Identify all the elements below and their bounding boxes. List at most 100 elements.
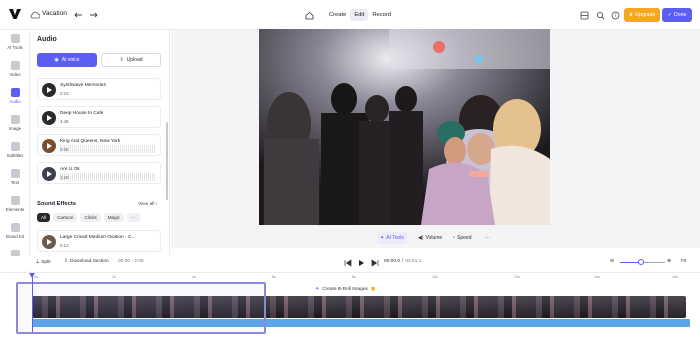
speed-icon: ◔ <box>452 235 456 241</box>
effect-duration: 0:12 <box>60 243 69 248</box>
redo-icon[interactable] <box>87 9 99 21</box>
split-icon: ⟂ <box>36 260 40 265</box>
nav-label: Subtitles <box>6 153 24 158</box>
track-name: Are U Ok <box>60 167 80 172</box>
done-button[interactable]: ✓ Done <box>662 8 692 22</box>
fit-button[interactable]: Fit <box>681 259 686 264</box>
volume-button[interactable]: ◀) Volume <box>418 232 442 244</box>
play-icon[interactable] <box>42 139 56 153</box>
home-icon[interactable] <box>305 8 315 22</box>
tab-create[interactable]: Create <box>325 9 350 21</box>
nav-image[interactable]: Image <box>0 115 30 141</box>
skip-forward-icon[interactable] <box>371 259 379 267</box>
more-options-icon[interactable]: ··· <box>485 232 490 244</box>
chip-cartoon[interactable]: Cartoon <box>53 213 78 222</box>
time-display: 00:00.0 / 02:01.1 <box>384 259 421 264</box>
upload-button[interactable]: ⇪ Upload <box>101 53 161 67</box>
elements-icon <box>10 196 20 205</box>
nav-label: AI Tools <box>7 45 23 50</box>
playhead-line[interactable] <box>32 274 33 332</box>
speed-label: Speed <box>457 235 472 241</box>
list-item[interactable]: Large Crowd Medium Ovation - C... 0:12 <box>37 230 161 252</box>
ruler-mark: 2s <box>112 275 116 279</box>
list-item[interactable]: King And Queens, New York 2:06 <box>37 134 161 156</box>
project-title[interactable]: Vacation <box>42 10 67 17</box>
track-name: Deep House In Cafe <box>60 111 104 116</box>
video-preview[interactable] <box>259 29 550 225</box>
section-range: 00:00 - 2:05 <box>118 259 144 264</box>
ai-tools-button[interactable]: ✦ AI Tools <box>377 232 407 244</box>
search-icon[interactable] <box>594 9 606 21</box>
volume-label: Volume <box>425 235 443 241</box>
nav-brand-kit[interactable]: Brand Kit <box>0 223 30 249</box>
zoom-slider-handle[interactable] <box>638 259 644 265</box>
ai-voice-icon: ◉ <box>54 57 59 63</box>
scrollbar[interactable] <box>166 122 168 200</box>
nav-audio[interactable]: Audio <box>0 88 30 114</box>
ai-tools-label: AI Tools <box>386 235 404 241</box>
help-icon[interactable]: ? <box>609 9 621 21</box>
chip-magic[interactable]: Magic <box>103 213 124 222</box>
cloud-save-icon[interactable] <box>29 9 41 21</box>
nav-label: Elements <box>5 207 25 212</box>
play-icon[interactable] <box>42 167 56 181</box>
nav-elements[interactable]: Elements <box>0 196 30 222</box>
nav-label: Image <box>8 126 22 131</box>
track-duration: 1:29 <box>60 175 69 180</box>
skip-back-icon[interactable] <box>344 259 352 267</box>
sound-effects-filters: All Cartoon Clicks Magic ··· <box>37 213 140 222</box>
text-icon <box>10 169 20 178</box>
upload-label: Upload <box>126 57 143 63</box>
view-all-link[interactable]: View all › <box>138 202 157 207</box>
chip-clicks[interactable]: Clicks <box>80 213 101 222</box>
chip-all[interactable]: All <box>37 213 51 222</box>
subtitles-icon <box>10 142 20 151</box>
upgrade-button[interactable]: ♛ Upgrade <box>624 8 660 22</box>
list-item[interactable]: Synthwave Memories 2:16 <box>37 78 161 100</box>
selection-highlight <box>16 282 266 334</box>
zoom-out-icon[interactable]: ⊖ <box>610 259 614 264</box>
download-icon: ⇩ <box>64 259 69 264</box>
upload-icon: ⇪ <box>119 57 124 63</box>
nav-text[interactable]: Text <box>0 169 30 195</box>
ai-voice-button[interactable]: ◉ AI voice <box>37 53 97 67</box>
waveform <box>60 145 156 153</box>
upgrade-label: Upgrade <box>635 12 656 18</box>
split-button[interactable]: ⟂ Split <box>36 259 51 266</box>
audio-icon <box>10 88 20 97</box>
left-nav: AI Tools Video Audio Image Subtitles Tex… <box>0 30 30 280</box>
more-chips-icon[interactable]: ··· <box>126 213 140 222</box>
nav-label: Video <box>9 72 21 77</box>
undo-icon[interactable] <box>72 9 84 21</box>
playhead-handle[interactable] <box>29 273 35 278</box>
speed-button[interactable]: ◔ Speed <box>452 232 472 244</box>
nav-label: Audio <box>9 99 21 104</box>
check-icon: ✓ <box>667 12 672 18</box>
tab-record[interactable]: Record <box>368 9 395 21</box>
nav-subtitles[interactable]: Subtitles <box>0 142 30 168</box>
play-icon[interactable] <box>42 235 56 249</box>
svg-text:?: ? <box>614 13 617 19</box>
image-icon <box>10 115 20 124</box>
download-section-button[interactable]: ⇩ Download Section <box>64 259 109 264</box>
storage-icon[interactable] <box>578 9 590 21</box>
current-time: 00:00.0 <box>384 259 401 264</box>
tab-edit[interactable]: Edit <box>350 9 369 21</box>
track-duration: 4:48 <box>60 119 69 124</box>
list-item[interactable]: Are U Ok 1:29 <box>37 162 161 184</box>
nav-video[interactable]: Video <box>0 61 30 87</box>
done-label: Done <box>673 12 687 18</box>
sparkle-icon: ✦ <box>315 286 320 292</box>
track-duration: 2:06 <box>60 147 69 152</box>
nav-ai-tools[interactable]: AI Tools <box>0 34 30 60</box>
app-logo[interactable] <box>8 7 22 21</box>
view-all-label: View all <box>138 202 155 207</box>
play-icon[interactable] <box>357 259 365 267</box>
play-icon[interactable] <box>42 83 56 97</box>
brand-kit-icon <box>10 223 20 232</box>
zoom-in-icon[interactable]: ⊕ <box>667 259 671 264</box>
nav-label: Text <box>10 180 20 185</box>
time-separator: / <box>402 259 404 264</box>
play-icon[interactable] <box>42 111 56 125</box>
list-item[interactable]: Deep House In Cafe 4:48 <box>37 106 161 128</box>
